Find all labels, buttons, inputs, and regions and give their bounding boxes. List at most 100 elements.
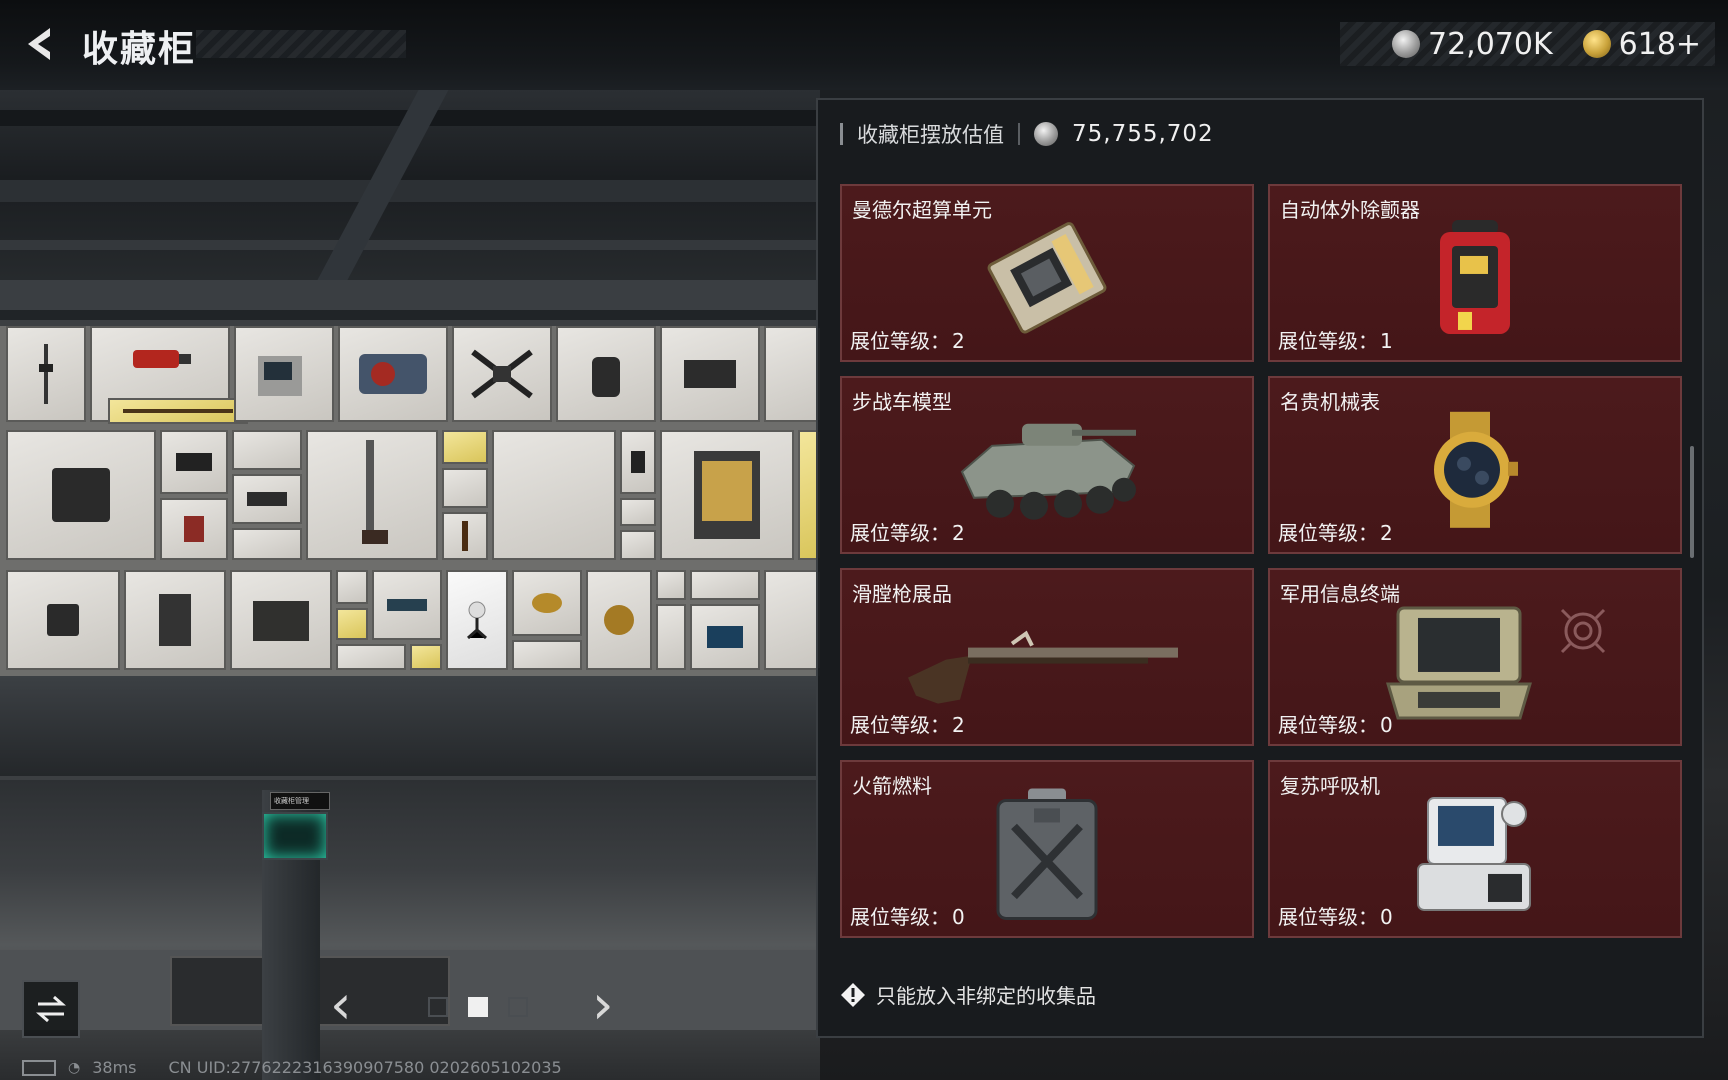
prev-page-arrow-icon[interactable]: ‹ [330, 975, 352, 1035]
cabinet-slot[interactable] [232, 474, 302, 524]
cabinet-slot[interactable] [442, 430, 488, 464]
card-name: 军用信息终端 [1280, 582, 1400, 606]
locate-target-icon[interactable] [1558, 606, 1608, 656]
cabinet-slot[interactable] [160, 430, 228, 494]
swap-arrows-icon [36, 995, 66, 1023]
cabinet-slot[interactable] [108, 398, 248, 424]
cabinet-slot[interactable] [6, 326, 86, 422]
cabinet-slot[interactable] [124, 570, 226, 670]
ifv-model-icon [960, 423, 1136, 520]
currency-secondary-value[interactable]: 618+ [1619, 27, 1701, 62]
card-level: 展位等级： 2 [850, 521, 965, 545]
collection-card[interactable]: 步战车模型 展位等级： 2 [840, 376, 1254, 554]
card-name: 复苏呼吸机 [1280, 774, 1380, 798]
cabinet-slot[interactable] [338, 326, 448, 422]
cabinet-slot[interactable] [442, 512, 488, 560]
cabinet-slot[interactable] [336, 570, 368, 604]
swap-button[interactable] [22, 980, 80, 1038]
cabinet-slot[interactable] [234, 326, 334, 422]
panel-scrollbar[interactable] [1690, 446, 1694, 558]
card-name: 自动体外除颤器 [1280, 198, 1420, 222]
page-dot-1[interactable] [428, 997, 448, 1017]
cabinet-slot[interactable] [660, 326, 760, 422]
valuation-header: 收藏柜摆放估值 75,755,702 [840, 116, 1214, 152]
header-bar [840, 123, 843, 145]
screen-root: { "header": { "title": "收藏柜", "currency_… [0, 0, 1728, 1080]
card-name: 曼德尔超算单元 [852, 198, 992, 222]
cabinet-slot[interactable] [372, 570, 442, 640]
cabinet-slot[interactable] [764, 326, 820, 422]
cabinet-slot[interactable] [512, 640, 582, 670]
warning-diamond-icon [841, 982, 865, 1007]
collection-card[interactable]: 军用信息终端 展位等级： 0 [1268, 568, 1682, 746]
gold-coin-icon [1582, 30, 1611, 58]
cabinet-slot[interactable] [442, 468, 488, 508]
battery-icon [22, 1059, 56, 1076]
military-terminal-icon [1385, 606, 1532, 720]
cabinet-slot[interactable] [452, 326, 552, 422]
luxury-watch-icon [1434, 411, 1518, 528]
title-decoration [196, 30, 406, 58]
cabinet-slot[interactable] [230, 570, 332, 670]
ventilator-icon [1417, 796, 1531, 911]
cabinet-slot[interactable] [556, 326, 656, 422]
top-bar: 收藏柜 72,070K 618+ [0, 0, 1728, 90]
cabinet-slot[interactable] [306, 430, 438, 560]
cabinet-slot[interactable] [336, 644, 406, 670]
cabinet-slot[interactable] [690, 604, 760, 670]
collection-card[interactable]: 自动体外除颤器 展位等级： 1 [1268, 184, 1682, 362]
note-text: 只能放入非绑定的收集品 [876, 984, 1096, 1008]
next-page-arrow-icon[interactable]: › [592, 975, 614, 1035]
supercomputer-unit-icon [987, 222, 1107, 334]
cabinet-slot[interactable] [690, 570, 760, 600]
cabinet-slot[interactable] [660, 430, 794, 560]
kiosk-sign: 收藏柜管理 [270, 792, 330, 810]
cabinet-slot[interactable] [492, 430, 616, 560]
page-dot-2[interactable] [468, 997, 488, 1017]
bound-items-note: 只能放入非绑定的收集品 [840, 980, 1096, 1009]
rocket-fuel-can-icon [996, 788, 1098, 920]
header-separator [1018, 123, 1020, 145]
cabinet-slot[interactable] [620, 530, 656, 560]
kiosk-screen[interactable] [262, 812, 328, 860]
page-dot-3[interactable] [508, 997, 528, 1017]
card-name: 步战车模型 [852, 390, 952, 414]
valuation-label: 收藏柜摆放估值 [857, 123, 1004, 147]
card-name: 滑膛枪展品 [852, 582, 952, 606]
collection-card[interactable]: 火箭燃料 展位等级： 0 [840, 760, 1254, 938]
cabinet-slot[interactable] [446, 570, 508, 670]
silver-coin-icon [1392, 30, 1420, 58]
currency-bar: 72,070K 618+ [1340, 22, 1716, 66]
back-arrow-icon[interactable] [20, 24, 60, 64]
cabinet-slot[interactable] [512, 570, 582, 636]
cabinet-slot[interactable] [6, 570, 120, 670]
display-cabinet [0, 320, 820, 780]
cabinet-slot[interactable] [336, 608, 368, 640]
status-bar: ◔ 38ms CN UID:2776222316390907580 020260… [22, 1058, 562, 1077]
card-name: 名贵机械表 [1280, 390, 1380, 414]
cabinet-slot[interactable] [764, 570, 820, 670]
cabinet-slot[interactable] [232, 528, 302, 560]
cabinet-slot[interactable] [656, 604, 686, 670]
page-title: 收藏柜 [82, 29, 197, 70]
cabinet-scene: 收藏柜管理 [0, 90, 820, 1080]
collection-card[interactable]: 复苏呼吸机 展位等级： 0 [1268, 760, 1682, 938]
card-level: 展位等级： 0 [850, 905, 965, 929]
cabinet-slot[interactable] [586, 570, 652, 670]
collection-card[interactable]: 名贵机械表 展位等级： 2 [1268, 376, 1682, 554]
silver-coin-icon [1034, 122, 1058, 146]
uid-text: CN UID:2776222316390907580 0202605102035 [168, 1058, 562, 1077]
collection-card[interactable]: 曼德尔超算单元 展位等级： 2 [840, 184, 1254, 362]
cabinet-slot[interactable] [656, 570, 686, 600]
valuation-value: 75,755,702 [1072, 121, 1214, 147]
cabinet-slot[interactable] [410, 644, 442, 670]
defibrillator-icon [1440, 219, 1510, 334]
cabinet-slot[interactable] [232, 430, 302, 470]
cabinet-slot[interactable] [620, 498, 656, 526]
card-level: 展位等级： 2 [850, 329, 965, 353]
cabinet-slot[interactable] [620, 430, 656, 494]
collection-card[interactable]: 滑膛枪展品 展位等级： 2 [840, 568, 1254, 746]
cabinet-slot[interactable] [6, 430, 156, 560]
cabinet-slot[interactable] [160, 498, 228, 560]
card-level: 展位等级： 1 [1278, 329, 1393, 353]
